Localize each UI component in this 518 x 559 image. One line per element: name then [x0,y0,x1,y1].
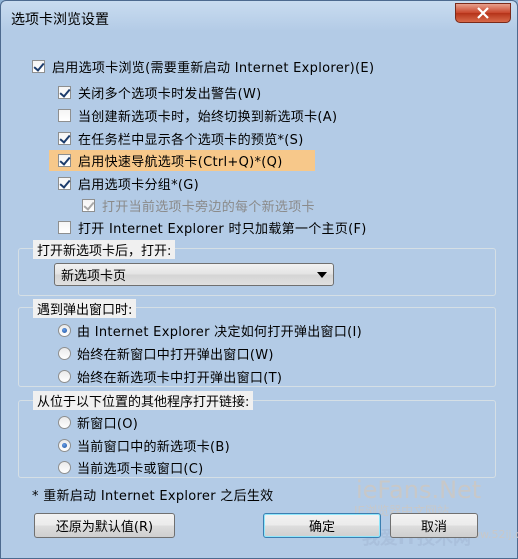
quick-tabs-option[interactable]: 启用快速导航选项卡(Ctrl+Q)*(Q) [58,150,283,170]
links-option-1[interactable]: 新窗口(O) [58,412,138,432]
switch-new-option[interactable]: 当创建新选项卡时，始终切换到新选项卡(A) [58,105,337,125]
tab-groups-option[interactable]: 启用选项卡分组*(G) [58,173,199,193]
popup-option-1[interactable]: 由 Internet Explorer 决定如何打开弹出窗口(I) [58,320,362,340]
tab-groups-label: 启用选项卡分组*(G) [78,177,200,193]
switch-new-label: 当创建新选项卡时，始终切换到新选项卡(A) [78,109,338,125]
links-label-1: 新窗口(O) [77,416,139,432]
popup-radio-2[interactable] [58,346,71,360]
warn-close-checkbox[interactable] [58,85,71,99]
cancel-button[interactable]: 取消 [390,513,478,538]
ok-button[interactable]: 确定 [263,513,381,538]
taskbar-preview-option[interactable]: 在任务栏中显示各个选项卡的预览*(S) [58,128,304,148]
links-label-2: 当前窗口中的新选项卡(B) [77,439,230,455]
popup-option-3[interactable]: 始终在新选项卡中打开弹出窗口(T) [58,366,282,386]
enable-tabs-checkbox[interactable] [32,59,45,73]
taskbar-preview-label: 在任务栏中显示各个选项卡的预览*(S) [78,132,304,148]
popup-radio-1[interactable] [58,323,71,337]
popup-label-3: 始终在新选项卡中打开弹出窗口(T) [77,370,283,386]
open-next-label: 打开当前选项卡旁边的每个新选项卡 [102,199,315,215]
taskbar-preview-checkbox[interactable] [58,131,71,145]
new-tab-dropdown[interactable]: 新选项卡页 [54,263,334,286]
links-label-3: 当前选项卡或窗口(C) [77,461,204,477]
links-option-3[interactable]: 当前选项卡或窗口(C) [58,457,204,477]
popup-radio-3[interactable] [58,369,71,383]
warn-close-label: 关闭多个选项卡时发出警告(W) [78,86,262,102]
links-radio-1[interactable] [58,415,71,429]
new-tab-group-title: 打开新选项卡后，打开: [33,240,176,259]
open-next-checkbox[interactable] [82,198,95,212]
links-radio-2[interactable] [58,438,71,452]
watermark-site: ieFans.Net [356,476,482,504]
links-group-title: 从位于以下位置的其他程序打开链接: [33,391,254,410]
enable-tabs-option[interactable]: 启用选项卡浏览(需要重新启动 Internet Explorer)(E) [32,56,374,76]
dropdown-arrow-icon [317,272,327,278]
popup-group-title: 遇到弹出窗口时: [33,299,137,318]
popup-option-2[interactable]: 始终在新窗口中打开弹出窗口(W) [58,343,274,363]
first-home-checkbox[interactable] [58,220,71,234]
switch-new-checkbox[interactable] [58,108,71,122]
first-home-option[interactable]: 打开 Internet Explorer 时只加载第一个主页(F) [58,217,367,237]
window-title: 选项卡浏览设置 [11,12,109,28]
quick-tabs-checkbox[interactable] [58,153,71,167]
restore-defaults-button[interactable]: 还原为默认值(R) [34,513,175,538]
open-next-option[interactable]: 打开当前选项卡旁边的每个新选项卡 [82,195,315,215]
title-bar[interactable]: 选项卡浏览设置 [1,1,517,33]
footnote: * 重新启动 Internet Explorer 之后生效 [32,484,273,504]
tab-groups-checkbox[interactable] [58,176,71,190]
links-option-2[interactable]: 当前窗口中的新选项卡(B) [58,435,230,455]
close-button[interactable] [455,3,511,23]
popup-label-2: 始终在新窗口中打开弹出窗口(W) [77,347,274,363]
footnote-text: * 重新启动 Internet Explorer 之后生效 [32,488,274,504]
first-home-label: 打开 Internet Explorer 时只加载第一个主页(F) [78,221,367,237]
warn-close-option[interactable]: 关闭多个选项卡时发出警告(W) [58,82,262,102]
new-tab-selected: 新选项卡页 [61,269,127,284]
links-radio-3[interactable] [58,460,71,474]
enable-tabs-label: 启用选项卡浏览(需要重新启动 Internet Explorer)(E) [52,60,375,76]
quick-tabs-label: 启用快速导航选项卡(Ctrl+Q)*(Q) [78,154,283,170]
close-icon [477,7,489,19]
popup-label-1: 由 Internet Explorer 决定如何打开弹出窗口(I) [77,324,363,340]
